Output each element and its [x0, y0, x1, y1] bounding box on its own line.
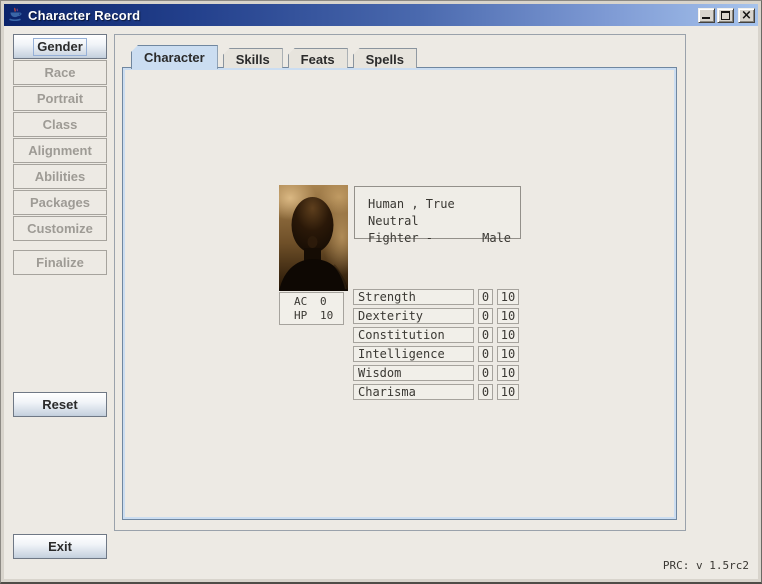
tab-character[interactable]: Character	[131, 45, 218, 69]
tab-spells[interactable]: Spells	[353, 48, 417, 68]
minimize-icon	[702, 17, 710, 19]
titlebar[interactable]: Character Record ×	[4, 4, 758, 26]
gender-button-label: Gender	[33, 38, 87, 56]
summary-class: Fighter -	[368, 230, 433, 247]
minimize-button[interactable]	[698, 8, 715, 23]
character-portrait-image	[279, 185, 348, 291]
summary-class-gender: Fighter - Male	[368, 230, 511, 247]
ability-row-strength: Strength 0 10	[353, 289, 519, 305]
ac-row: AC 0	[294, 295, 343, 309]
reset-button[interactable]: Reset	[13, 392, 107, 417]
ability-score: 10	[497, 384, 519, 400]
tab-skills[interactable]: Skills	[223, 48, 283, 68]
character-record-window: Character Record × Gender Race Portrait …	[0, 0, 762, 584]
hp-label: HP	[294, 309, 320, 323]
ability-score: 10	[497, 308, 519, 324]
ability-score: 10	[497, 289, 519, 305]
ability-score: 10	[497, 327, 519, 343]
finalize-button[interactable]: Finalize	[13, 250, 107, 275]
ability-name: Intelligence	[353, 346, 474, 362]
ability-modifier: 0	[478, 308, 493, 324]
window-controls: ×	[698, 8, 755, 23]
class-button[interactable]: Class	[13, 112, 107, 137]
ability-name: Wisdom	[353, 365, 474, 381]
ac-label: AC	[294, 295, 320, 309]
maximize-icon	[721, 11, 730, 20]
close-button[interactable]: ×	[738, 8, 755, 23]
ability-row-dexterity: Dexterity 0 10	[353, 308, 519, 324]
ability-score: 10	[497, 365, 519, 381]
ability-score: 10	[497, 346, 519, 362]
prc-version-label: PRC: v 1.5rc2	[663, 559, 749, 572]
ability-row-constitution: Constitution 0 10	[353, 327, 519, 343]
tab-feats[interactable]: Feats	[288, 48, 348, 68]
ability-name: Constitution	[353, 327, 474, 343]
race-button[interactable]: Race	[13, 60, 107, 85]
ability-name: Dexterity	[353, 308, 474, 324]
alignment-button[interactable]: Alignment	[13, 138, 107, 163]
ability-modifier: 0	[478, 384, 493, 400]
hp-row: HP 10	[294, 309, 343, 323]
ability-modifier: 0	[478, 289, 493, 305]
client-area: Gender Race Portrait Class Alignment Abi…	[4, 26, 758, 579]
tab-bar: Character Skills Feats Spells	[131, 44, 417, 68]
ability-row-wisdom: Wisdom 0 10	[353, 365, 519, 381]
summary-race-alignment: Human , True Neutral	[368, 196, 511, 230]
ability-name: Charisma	[353, 384, 474, 400]
maximize-button[interactable]	[717, 8, 734, 23]
ac-value: 0	[320, 295, 327, 309]
main-panel: Character Skills Feats Spells	[114, 34, 686, 531]
hp-value: 10	[320, 309, 333, 323]
ability-modifier: 0	[478, 327, 493, 343]
exit-button[interactable]: Exit	[13, 534, 107, 559]
character-summary-box: Human , True Neutral Fighter - Male	[354, 186, 521, 239]
ability-modifier: 0	[478, 365, 493, 381]
ability-row-charisma: Charisma 0 10	[353, 384, 519, 400]
ability-table: Strength 0 10 Dexterity 0 10 Constitutio…	[353, 289, 519, 403]
ability-modifier: 0	[478, 346, 493, 362]
window-title: Character Record	[28, 8, 698, 23]
summary-gender: Male	[482, 230, 511, 247]
ac-hp-box: AC 0 HP 10	[279, 292, 344, 325]
ability-row-intelligence: Intelligence 0 10	[353, 346, 519, 362]
ability-name: Strength	[353, 289, 474, 305]
character-tab-content: Human , True Neutral Fighter - Male AC 0…	[122, 67, 677, 520]
close-icon: ×	[739, 8, 754, 23]
customize-button[interactable]: Customize	[13, 216, 107, 241]
portrait-button[interactable]: Portrait	[13, 86, 107, 111]
packages-button[interactable]: Packages	[13, 190, 107, 215]
java-cup-icon	[7, 7, 23, 23]
gender-button[interactable]: Gender	[13, 34, 107, 59]
abilities-button[interactable]: Abilities	[13, 164, 107, 189]
